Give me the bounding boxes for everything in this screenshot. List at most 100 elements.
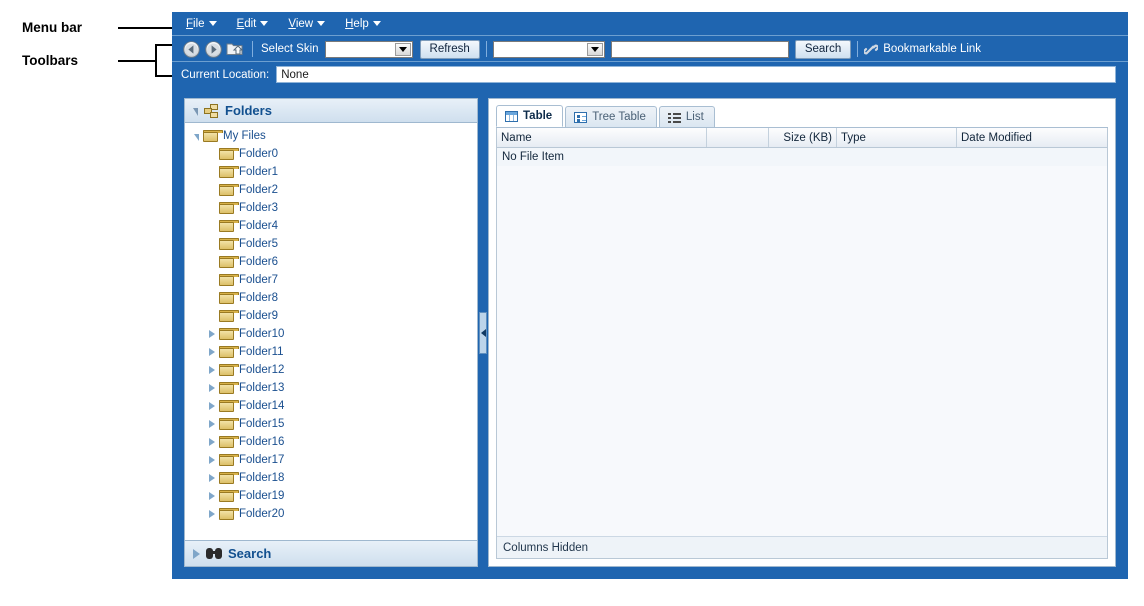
- file-table: Name Size (KB) Type Date Modified No File I…: [496, 128, 1108, 559]
- bookmarkable-link-label: Bookmarkable Link: [883, 43, 982, 55]
- tree-item[interactable]: Folder17: [185, 451, 477, 469]
- tree-item[interactable]: Folder11: [185, 343, 477, 361]
- search-button[interactable]: Search: [794, 39, 852, 59]
- folder-icon: [219, 400, 239, 412]
- back-button[interactable]: [180, 39, 202, 59]
- tree-item[interactable]: Folder13: [185, 379, 477, 397]
- up-folder-icon: [226, 43, 244, 55]
- folder-icon: [219, 364, 239, 376]
- bookmarkable-link[interactable]: Bookmarkable Link: [864, 43, 981, 56]
- refresh-button[interactable]: Refresh: [419, 39, 480, 59]
- folder-icon: [219, 166, 239, 178]
- search-panel-header[interactable]: Search: [185, 540, 477, 566]
- file-table-header: Name Size (KB) Type Date Modified: [497, 128, 1107, 148]
- file-table-body[interactable]: No File Item: [497, 148, 1107, 536]
- column-header[interactable]: Name: [497, 128, 707, 147]
- tree-item[interactable]: Folder16: [185, 433, 477, 451]
- tree-item[interactable]: Folder5: [185, 235, 477, 253]
- column-header[interactable]: [707, 128, 769, 147]
- folder-icon: [219, 202, 239, 214]
- tree-item[interactable]: Folder0: [185, 145, 477, 163]
- folder-tree-icon: [204, 103, 218, 118]
- tree-toggle-collapsed[interactable]: [205, 492, 219, 500]
- folder-icon: [203, 130, 223, 142]
- file-table-status: Columns Hidden: [497, 536, 1107, 558]
- menu-file-label: File: [186, 17, 205, 30]
- menu-edit[interactable]: Edit: [235, 17, 271, 31]
- tree-toggle-collapsed[interactable]: [205, 348, 219, 356]
- tree-item-label: Folder20: [239, 508, 285, 520]
- tab-list[interactable]: List: [658, 106, 715, 127]
- toolbar-primary: Select Skin Refresh Search Bookmarkable …: [172, 37, 1128, 62]
- search-scope-select[interactable]: [492, 40, 605, 58]
- tree-toggle-collapsed[interactable]: [205, 510, 219, 518]
- annotation-leader-toolbars: [118, 60, 156, 62]
- toolbar-separator: [857, 41, 859, 57]
- tree-item[interactable]: My Files: [185, 127, 477, 145]
- expand-triangle-icon: [209, 492, 215, 500]
- tree-toggle-collapsed[interactable]: [205, 366, 219, 374]
- tree-item[interactable]: Folder18: [185, 469, 477, 487]
- splitter-collapse-handle[interactable]: [479, 311, 487, 354]
- tree-toggle-collapsed[interactable]: [205, 330, 219, 338]
- toolbar-location: Current Location: None: [172, 63, 1128, 86]
- panel-splitter[interactable]: [478, 98, 488, 567]
- tree-item[interactable]: Folder12: [185, 361, 477, 379]
- column-header-label: Date Modified: [961, 131, 1032, 144]
- column-header[interactable]: Size (KB): [769, 128, 837, 147]
- tree-item[interactable]: Folder20: [185, 505, 477, 523]
- up-folder-button[interactable]: [224, 39, 246, 59]
- skin-select[interactable]: [324, 40, 413, 58]
- tree-item[interactable]: Folder8: [185, 289, 477, 307]
- tab-tree-table[interactable]: Tree Table: [565, 106, 657, 127]
- tree-item[interactable]: Folder1: [185, 163, 477, 181]
- expand-triangle-icon: [209, 402, 215, 410]
- tree-item-label: Folder11: [239, 346, 284, 358]
- tree-item-label: Folder9: [239, 310, 278, 322]
- current-location-field[interactable]: None: [276, 66, 1116, 83]
- tree-item[interactable]: Folder19: [185, 487, 477, 505]
- tree-toggle-expanded[interactable]: [189, 133, 203, 141]
- tree-item[interactable]: Folder10: [185, 325, 477, 343]
- menu-file[interactable]: File: [184, 17, 219, 31]
- column-header[interactable]: Date Modified: [957, 128, 1107, 147]
- tree-item[interactable]: Folder6: [185, 253, 477, 271]
- tree-item[interactable]: Folder9: [185, 307, 477, 325]
- column-header[interactable]: Type: [837, 128, 957, 147]
- column-header-label: Name: [501, 131, 532, 144]
- tree-item-label: Folder4: [239, 220, 278, 232]
- disclosure-triangle-closed-icon: [193, 548, 200, 559]
- chevron-down-icon: [208, 21, 217, 26]
- tree-item-label: Folder1: [239, 166, 278, 178]
- menu-help[interactable]: Help: [343, 17, 383, 31]
- tree-toggle-collapsed[interactable]: [205, 456, 219, 464]
- folders-panel-header[interactable]: Folders: [185, 99, 477, 123]
- tree-item-label: Folder10: [239, 328, 285, 340]
- tree-item[interactable]: Folder15: [185, 415, 477, 433]
- tree-toggle-collapsed[interactable]: [205, 474, 219, 482]
- folder-tree[interactable]: My Files Folder0 Folder1 Folder2 Folder3 Fold…: [185, 123, 477, 540]
- folder-icon: [219, 436, 239, 448]
- chevron-down-icon: [394, 42, 411, 56]
- tree-item[interactable]: Folder3: [185, 199, 477, 217]
- forward-button[interactable]: [202, 39, 224, 59]
- column-header-label: Size (KB): [783, 131, 832, 144]
- annotation-label-menu-bar: Menu bar: [22, 20, 83, 35]
- tree-toggle-collapsed[interactable]: [205, 438, 219, 446]
- tree-item[interactable]: Folder7: [185, 271, 477, 289]
- empty-table-message: No File Item: [497, 148, 1107, 166]
- tree-item[interactable]: Folder4: [185, 217, 477, 235]
- tree-item[interactable]: Folder2: [185, 181, 477, 199]
- menu-view[interactable]: View: [286, 17, 327, 31]
- tree-toggle-collapsed[interactable]: [205, 420, 219, 428]
- tab-list-label: List: [685, 111, 704, 123]
- folder-icon: [219, 184, 239, 196]
- search-input[interactable]: [610, 40, 789, 58]
- tree-item-label: Folder8: [239, 292, 278, 304]
- tree-toggle-collapsed[interactable]: [205, 402, 219, 410]
- tree-toggle-collapsed[interactable]: [205, 384, 219, 392]
- tab-table[interactable]: Table: [496, 105, 564, 127]
- content-area: Folders My Files Folder0 Folder1 Folder2 Fol…: [184, 98, 1116, 567]
- tree-item[interactable]: Folder14: [185, 397, 477, 415]
- chevron-down-icon: [260, 21, 269, 26]
